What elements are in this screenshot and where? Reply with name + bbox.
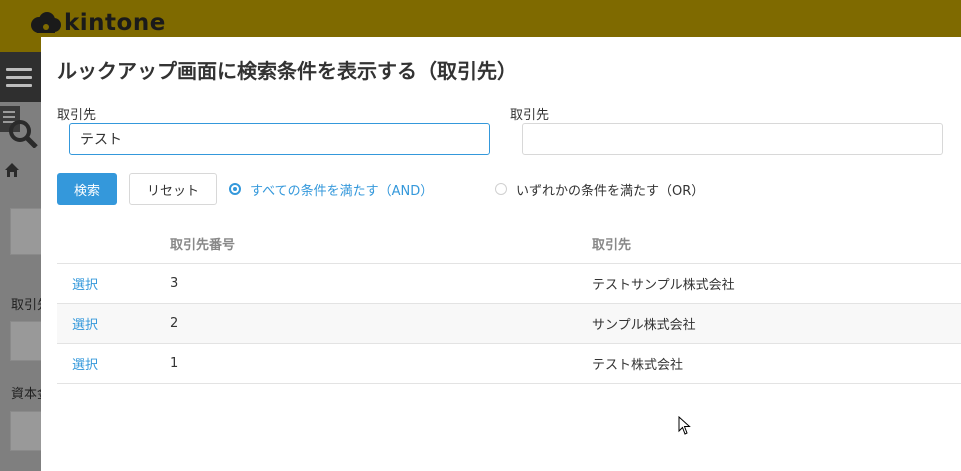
search-input-customer[interactable] <box>69 123 490 155</box>
background-field-box <box>10 321 43 361</box>
cell-name: サンプル株式会社 <box>592 318 696 333</box>
radio-label: いずれかの条件を満たす（OR） <box>516 183 705 199</box>
cell-number: 2 <box>170 316 179 331</box>
table-row: 選択 2 サンプル株式会社 <box>57 304 961 344</box>
reset-button[interactable]: リセット <box>129 173 217 205</box>
radio-or-condition[interactable]: いずれかの条件を満たす（OR） <box>495 179 704 199</box>
results-table: 取引先番号 取引先 選択 3 テストサンプル株式会社 選択 2 サンプル株式会社… <box>57 223 961 384</box>
cell-number: 3 <box>170 276 179 291</box>
background-box <box>10 208 43 255</box>
background-field-label: 取引先 <box>11 298 41 313</box>
radio-unchecked-icon <box>495 183 507 195</box>
search-input-customer-2[interactable] <box>522 123 943 155</box>
background-field-label: 資本金 <box>11 387 41 402</box>
cell-number: 1 <box>170 356 179 371</box>
search-button[interactable]: 検索 <box>57 173 117 205</box>
cloud-logo-icon <box>31 12 61 33</box>
table-row: 選択 1 テスト株式会社 <box>57 344 961 384</box>
app-window: kintone 取引先 資本金 ルックアップ画面に検索条件を表示する（取引先） … <box>0 0 961 471</box>
radio-label: すべての条件を満たす（AND） <box>250 183 434 199</box>
mouse-cursor-icon <box>678 416 691 435</box>
radio-checked-icon <box>229 183 241 195</box>
select-link[interactable]: 選択 <box>72 278 98 293</box>
select-link[interactable]: 選択 <box>72 358 98 373</box>
field-label: 取引先 <box>57 108 97 123</box>
lookup-dialog: ルックアップ画面に検索条件を表示する（取引先） 取引先 取引先 検索 リセット … <box>41 37 961 471</box>
brand-name: kintone <box>64 10 166 36</box>
hamburger-menu-icon <box>6 68 32 87</box>
cell-name: テスト株式会社 <box>592 358 684 373</box>
background-field-box <box>10 411 43 451</box>
home-icon <box>5 163 19 177</box>
field-label: 取引先 <box>510 108 550 123</box>
table-header: 取引先番号 取引先 <box>57 223 961 264</box>
radio-and-condition[interactable]: すべての条件を満たす（AND） <box>229 179 433 199</box>
select-link[interactable]: 選択 <box>72 318 98 333</box>
table-row: 選択 3 テストサンプル株式会社 <box>57 264 961 304</box>
column-header-number: 取引先番号 <box>170 237 236 253</box>
kintone-logo[interactable]: kintone <box>28 8 166 38</box>
cell-name: テストサンプル株式会社 <box>592 278 735 293</box>
dialog-title: ルックアップ画面に検索条件を表示する（取引先） <box>57 59 517 83</box>
column-header-name: 取引先 <box>592 237 632 253</box>
app-search-icon <box>0 106 38 148</box>
